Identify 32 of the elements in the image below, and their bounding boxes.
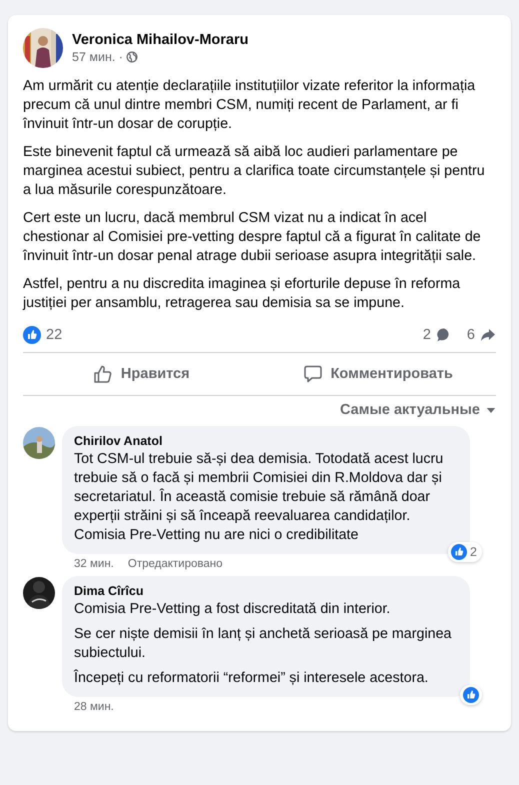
- comment-text: Se cer niște demisii în lanț și anchetă serioasă pe marginea subiectului.: [74, 625, 452, 663]
- sort-dropdown[interactable]: Самые актуальные: [340, 402, 496, 418]
- comment-time[interactable]: 32 мин.: [74, 558, 114, 570]
- thumb-up-icon: [92, 364, 113, 384]
- commenter-name[interactable]: Dima Cîrîcu: [74, 584, 458, 598]
- share-icon: [480, 327, 496, 343]
- comment-time[interactable]: 28 мин.: [74, 701, 114, 713]
- reaction-badge[interactable]: [460, 685, 482, 705]
- comment-text: Tot CSM-ul trebuie să-și dea demisia. Totodată acest lucru trebuie să o facă și membrii Comisiei din R.Moldova dar și secretariatul. În această comisie trebuie să rămână doar experții străini și să înceapă reevaluarea candidaților. Comisia Pre-Vetting nu are nici o credibilitate: [74, 450, 444, 545]
- commenter-name[interactable]: Chirilov Anatol: [74, 434, 458, 448]
- speech-bubble-icon: [302, 364, 323, 384]
- share-count[interactable]: 6: [466, 327, 475, 343]
- comment-like-count[interactable]: 2: [470, 545, 479, 559]
- post-paragraph: Cert este un lucru, dacă membrul CSM vizat nu a indicat în acel chestionar al Comisiei pre-vetting despre faptul că a figurat în calitate de învinuit într-un dosar penal atrage dubii serioase asupra integrității sale.: [23, 209, 482, 266]
- comment-text: Comisia Pre-Vetting a fost discreditată din interior.: [74, 600, 392, 619]
- caret-icon: [486, 406, 496, 414]
- globe-icon: [126, 51, 138, 63]
- reaction-count[interactable]: 22: [46, 327, 62, 343]
- reaction-badge[interactable]: 2: [448, 542, 482, 562]
- comment-text: Începeți cu reformatorii “reformei” și interesele acestora.: [74, 669, 430, 688]
- like-icon: [463, 687, 479, 703]
- edited-label: Отредактировано: [128, 558, 222, 570]
- post-paragraph: Astfel, pentru a nu discredita imaginea și eforturile depuse în reforma justiției per ansamblu, retragerea sau demisia sa se impune.: [23, 275, 462, 313]
- post-paragraph: Este binevenit faptul că urmează să aibă loc audieri parlamentare pe marginea acestui subiect, pentru a clarifica toate circumstanțele și pentru a lua măsurile corespunzătoare.: [23, 143, 486, 200]
- post-time[interactable]: 57 мин. ·: [72, 50, 123, 64]
- author-name[interactable]: Veronica Mihailov-Moraru: [72, 32, 248, 48]
- post-paragraph: Am urmărit cu atenție declarațiile instituțiilor vizate referitor la informația precum că unul dintre membri CSM, numiți recent de Parlament, ar fi învinuit într-un dosar de corupție.: [23, 77, 476, 134]
- like-icon: [451, 544, 468, 560]
- action-button[interactable]: Комментировать: [260, 356, 496, 392]
- action-button[interactable]: Нравится: [23, 356, 260, 392]
- comment-count[interactable]: 2: [422, 327, 431, 343]
- like-icon: [23, 326, 41, 344]
